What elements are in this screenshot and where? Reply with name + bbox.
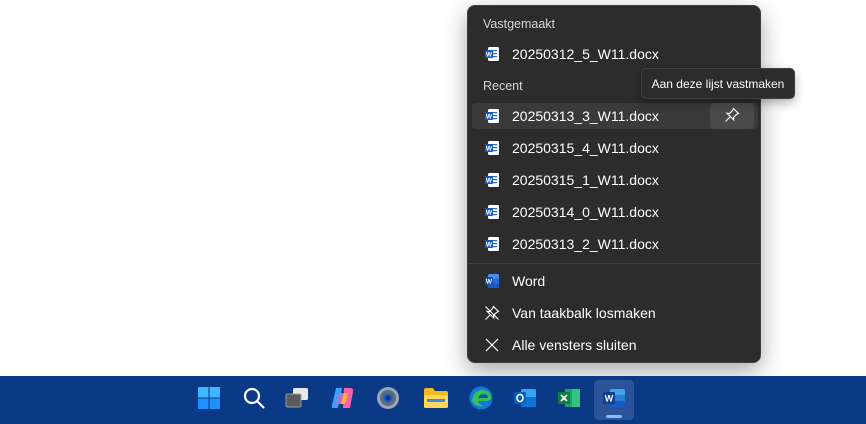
word-doc-icon: W (484, 140, 500, 156)
recent-item-label: 20250315_1_W11.docx (512, 172, 659, 188)
word-doc-icon: W (484, 204, 500, 220)
word-app-icon: W (484, 273, 500, 289)
search-button[interactable] (234, 380, 274, 420)
task-view-icon (284, 386, 310, 415)
recent-item-label: 20250314_0_W11.docx (512, 204, 659, 220)
word-doc-icon: W (484, 172, 500, 188)
svg-text:W: W (486, 242, 493, 249)
recent-item[interactable]: W 20250314_0_W11.docx (472, 199, 758, 225)
edge-button[interactable] (461, 380, 501, 420)
recent-item-label: 20250313_3_W11.docx (512, 108, 659, 124)
svg-text:W: W (486, 114, 493, 121)
svg-text:W: W (486, 279, 493, 286)
start-icon (197, 386, 221, 415)
outlook-icon (512, 386, 538, 415)
pin-tooltip: Aan deze lijst vastmaken (641, 68, 795, 99)
open-word-label: Word (512, 273, 546, 289)
pinned-item-label: 20250312_5_W11.docx (512, 46, 659, 62)
pin-icon (724, 107, 740, 126)
excel-icon (556, 386, 582, 415)
svg-text:W: W (486, 178, 493, 185)
svg-text:W: W (486, 52, 493, 59)
recent-item[interactable]: W 20250313_3_W11.docx (472, 103, 758, 129)
settings-button[interactable] (368, 380, 408, 420)
jump-list: Vastgemaakt W 20250312_5_W11.docx Recent… (467, 5, 761, 363)
close-all-label: Alle vensters sluiten (512, 337, 637, 353)
settings-icon (375, 385, 401, 416)
svg-text:W: W (486, 146, 493, 153)
recent-item-label: 20250315_4_W11.docx (512, 140, 659, 156)
excel-button[interactable] (549, 380, 589, 420)
recent-item[interactable]: W 20250315_1_W11.docx (472, 167, 758, 193)
copilot-icon (330, 385, 356, 416)
search-icon (242, 386, 266, 415)
pinned-item[interactable]: W 20250312_5_W11.docx (472, 41, 758, 67)
outlook-button[interactable] (505, 380, 545, 420)
recent-header: Recent (483, 79, 523, 93)
close-all-windows-item[interactable]: Alle vensters sluiten (472, 332, 758, 358)
word-doc-icon: W (484, 108, 500, 124)
close-icon (484, 337, 500, 353)
word-doc-icon: W (484, 46, 500, 62)
file-explorer-button[interactable] (416, 380, 456, 420)
start-button[interactable] (189, 380, 229, 420)
copilot-button[interactable] (323, 380, 363, 420)
edge-icon (468, 385, 494, 416)
svg-text:W: W (486, 210, 493, 217)
task-view-button[interactable] (277, 380, 317, 420)
open-word-item[interactable]: W Word (472, 268, 758, 294)
unpin-label: Van taakbalk losmaken (512, 305, 656, 321)
divider (468, 263, 760, 264)
taskbar: W (0, 376, 866, 424)
word-icon: W (601, 386, 627, 415)
pinned-header: Vastgemaakt (483, 17, 556, 31)
recent-item[interactable]: W 20250315_4_W11.docx (472, 135, 758, 161)
file-explorer-icon (423, 386, 449, 415)
active-indicator (606, 415, 622, 418)
pin-button[interactable] (710, 103, 754, 129)
recent-item[interactable]: W 20250313_2_W11.docx (472, 231, 758, 257)
word-button[interactable]: W (594, 380, 634, 420)
recent-item-label: 20250313_2_W11.docx (512, 236, 659, 252)
unpin-from-taskbar-item[interactable]: Van taakbalk losmaken (472, 300, 758, 326)
svg-text:W: W (605, 393, 614, 403)
unpin-icon (484, 305, 500, 321)
word-doc-icon: W (484, 236, 500, 252)
